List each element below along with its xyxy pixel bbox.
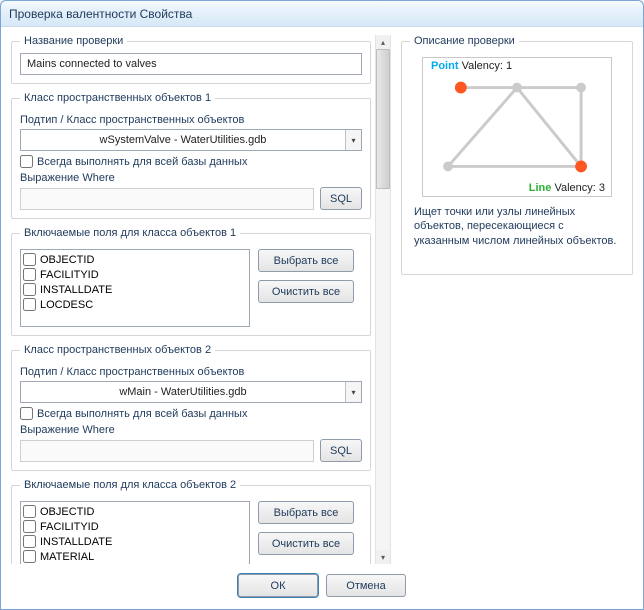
scroll-track[interactable]: [376, 49, 390, 550]
content-area: Название проверки Класс пространственных…: [1, 27, 643, 564]
subtype-1-combo[interactable]: wSystemValve - WaterUtilities.gdb ▾: [20, 129, 362, 151]
field-checkbox[interactable]: [23, 253, 36, 266]
featureclass-2-legend: Класс пространственных объектов 2: [20, 344, 215, 356]
description-legend: Описание проверки: [410, 35, 519, 47]
field-checkbox[interactable]: [23, 550, 36, 563]
where-1-input[interactable]: [20, 188, 314, 210]
check-name-group: Название проверки: [11, 35, 371, 84]
list-item: OBJECTID: [23, 252, 247, 267]
cancel-button[interactable]: Отмена: [326, 574, 406, 597]
always-run-1-checkbox[interactable]: [20, 155, 33, 168]
titlebar: Проверка валентности Свойства: [1, 1, 643, 27]
fields-1-legend: Включаемые поля для класса объектов 1: [20, 227, 240, 239]
fields-2-group: Включаемые поля для класса объектов 2 OB…: [11, 479, 371, 564]
list-item: FACILITYID: [23, 267, 247, 282]
featureclass-2-group: Класс пространственных объектов 2 Подтип…: [11, 344, 371, 471]
select-all-1-button[interactable]: Выбрать все: [258, 249, 354, 272]
subtype-2-combo[interactable]: wMain - WaterUtilities.gdb ▾: [20, 381, 362, 403]
point-valency-label: Point Valency: 1: [431, 60, 512, 72]
featureclass-1-legend: Класс пространственных объектов 1: [20, 92, 215, 104]
where-2-input[interactable]: [20, 440, 314, 462]
fields-1-group: Включаемые поля для класса объектов 1 OB…: [11, 227, 371, 336]
subtype-2-label: Подтип / Класс пространственных объектов: [20, 366, 362, 378]
vertical-scrollbar[interactable]: ▴ ▾: [375, 35, 391, 564]
always-run-2-label: Всегда выполнять для всей базы данных: [37, 408, 247, 420]
scroll-thumb[interactable]: [376, 49, 390, 189]
clear-all-1-button[interactable]: Очистить все: [258, 280, 354, 303]
where-2-label: Выражение Where: [20, 424, 362, 436]
dialog-window: Проверка валентности Свойства Название п…: [0, 0, 644, 610]
list-item: FACILITYID: [23, 519, 247, 534]
field-checkbox[interactable]: [23, 283, 36, 296]
field-checkbox[interactable]: [23, 535, 36, 548]
fields-1-listbox[interactable]: OBJECTID FACILITYID INSTALLDATE LOCDESC: [20, 249, 250, 327]
fields-2-listbox[interactable]: OBJECTID FACILITYID INSTALLDATE MATERIAL: [20, 501, 250, 564]
description-text: Ищет точки или узлы линейных объектов, п…: [410, 205, 624, 248]
ok-button[interactable]: ОК: [238, 574, 318, 597]
clear-all-2-button[interactable]: Очистить все: [258, 532, 354, 555]
line-valency-label: Line Valency: 3: [529, 182, 605, 194]
always-run-2-checkbox[interactable]: [20, 407, 33, 420]
select-all-2-button[interactable]: Выбрать все: [258, 501, 354, 524]
sql-2-button[interactable]: SQL: [320, 439, 362, 462]
scroll-up-arrow-icon[interactable]: ▴: [376, 35, 390, 49]
list-item: LOCDESC: [23, 297, 247, 312]
diagram-svg: [423, 58, 611, 196]
window-title: Проверка валентности Свойства: [9, 7, 192, 21]
field-checkbox[interactable]: [23, 520, 36, 533]
field-checkbox[interactable]: [23, 505, 36, 518]
description-group: Описание проверки: [401, 35, 633, 275]
description-pane: Описание проверки: [391, 35, 633, 564]
chevron-down-icon[interactable]: ▾: [345, 130, 361, 150]
field-checkbox[interactable]: [23, 268, 36, 281]
list-item: INSTALLDATE: [23, 534, 247, 549]
check-name-input[interactable]: [20, 53, 362, 75]
chevron-down-icon[interactable]: ▾: [345, 382, 361, 402]
left-scroll-pane: Название проверки Класс пространственных…: [11, 35, 375, 564]
where-1-label: Выражение Where: [20, 172, 362, 184]
fields-2-legend: Включаемые поля для класса объектов 2: [20, 479, 240, 491]
sql-1-button[interactable]: SQL: [320, 187, 362, 210]
check-name-legend: Название проверки: [20, 35, 127, 47]
scroll-down-arrow-icon[interactable]: ▾: [376, 550, 390, 564]
list-item: OBJECTID: [23, 504, 247, 519]
dialog-footer: ОК Отмена: [1, 564, 643, 609]
field-checkbox[interactable]: [23, 298, 36, 311]
valency-diagram: Point Valency: 1 Line Valency: 3: [422, 57, 612, 197]
featureclass-1-group: Класс пространственных объектов 1 Подтип…: [11, 92, 371, 219]
subtype-1-label: Подтип / Класс пространственных объектов: [20, 114, 362, 126]
list-item: INSTALLDATE: [23, 282, 247, 297]
always-run-1-label: Всегда выполнять для всей базы данных: [37, 156, 247, 168]
list-item: MATERIAL: [23, 549, 247, 564]
